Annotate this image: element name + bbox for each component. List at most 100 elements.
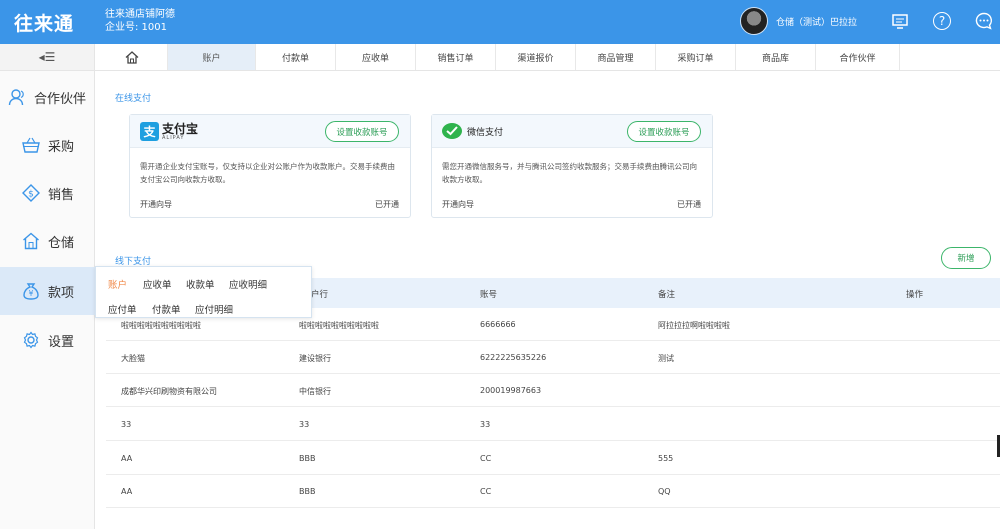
tab-receivable[interactable]: 应收单 [336,44,416,70]
cell-bank: BBB [299,487,316,496]
cell-account-name: 啦啦啦啦啦啦啦啦啦啦 [121,321,201,330]
store-name: 往来通店铺阿德 [105,9,175,20]
column-header-actions: 操作 [906,290,924,300]
sidebar-item-settings[interactable]: 设置 [0,316,95,364]
cell-account-name: 成都华兴印刷物资有限公司 [121,387,217,396]
app-logo[interactable]: 往来通 [14,9,74,36]
payments-submenu: 账户 应收单 收款单 应收明细 应付单 付款单 应付明细 [95,266,312,318]
store-info: 往来通店铺阿德 企业号: 1001 [105,8,175,34]
alipay-status: 已开通 [375,200,399,209]
cell-account-number: CC [480,454,492,463]
sidebar-item-warehouse[interactable]: 仓储 [0,217,95,265]
alipay-card: 支 支付宝 ALIPAY 设置收款账号 需开通企业支付宝账号，仅支持以企业对公账… [129,114,411,218]
cell-bank: 建设银行 [299,354,331,363]
sidebar-item-sales[interactable]: $ 销售 [0,169,95,217]
cell-remark: 555 [658,454,674,463]
alipay-setup-account-button[interactable]: 设置收款账号 [325,121,399,142]
wechat-pay-guide-link[interactable]: 开通向导 [442,199,474,210]
alipay-description: 需开通企业支付宝账号，仅支持以企业对公账户作为收款账户。交易手续费由支付宝公司向… [140,162,395,184]
cell-account-name: AA [121,454,133,463]
sidebar: 合作伙伴 采购 $ 销售 仓储 ¥ 款项 设置 [0,71,95,529]
wechat-pay-icon [442,123,462,139]
table-row[interactable]: 33 33 33 [106,408,1000,441]
money-bag-icon: ¥ [22,282,40,300]
submenu-item-payable[interactable]: 应付单 [108,302,137,316]
basket-icon [22,136,40,154]
table-row[interactable]: AA BBB CC 555 [106,442,1000,475]
tab-sales-order[interactable]: 销售订单 [416,44,496,70]
tab-partners[interactable]: 合作伙伴 [816,44,900,70]
tab-purchase-order[interactable]: 采购订单 [656,44,736,70]
sidebar-item-label: 销售 [48,187,75,203]
table-row[interactable]: 成都华兴印刷物资有限公司 中信银行 200019987663 [106,374,1000,407]
cell-remark: QQ [658,487,671,496]
online-pay-title: 在线支付 [115,94,152,104]
svg-text:$: $ [28,190,34,200]
alipay-icon: 支 [140,122,159,141]
cell-account-number: 33 [480,420,491,429]
sidebar-item-label: 款项 [48,285,75,301]
table-row[interactable]: AA BBB CC QQ [106,475,1000,508]
tab-product-management[interactable]: 商品管理 [576,44,656,70]
sidebar-item-label: 设置 [48,334,75,350]
submenu-item-receivable[interactable]: 应收单 [143,277,172,291]
home-icon[interactable] [96,44,168,70]
tab-bar: ◂☰ 账户 付款单 应收单 销售订单 渠道报价 商品管理 采购订单 商品库 合作… [0,44,1000,71]
cell-account-name: 33 [121,420,132,429]
column-header-account-number: 账号 [480,290,498,300]
user-menu[interactable]: 仓储（测试）巴拉拉 [740,7,857,35]
avatar[interactable] [740,7,768,35]
cell-account-number: 200019987663 [480,386,542,395]
sidebar-item-payments[interactable]: ¥ 款项 [0,267,95,315]
user-name[interactable]: 仓储（测试）巴拉拉 [776,15,857,28]
sales-tag-icon: $ [22,184,40,202]
submenu-item-payable-detail[interactable]: 应付明细 [195,302,233,316]
table-row[interactable]: 大脸猫 建设银行 6222225635226 测试 [106,341,1000,374]
cell-account-number: 6666666 [480,320,516,329]
submenu-item-receipt[interactable]: 收款单 [186,277,215,291]
svg-text:¥: ¥ [29,289,34,298]
tab-product-library[interactable]: 商品库 [736,44,816,70]
cell-bank: BBB [299,454,316,463]
wechat-pay-logo: 微信支付 [442,123,503,139]
top-bar: 往来通 往来通店铺阿德 企业号: 1001 仓储（测试）巴拉拉 ? [0,0,1000,44]
wechat-pay-description: 需您开通微信服务号，并与腾讯公司签约收款服务；交易手续费由腾讯公司向收款方收取。 [442,162,697,184]
partner-icon [8,88,26,106]
alipay-brand: 支付宝 [162,121,199,136]
sidebar-item-label: 仓储 [48,235,75,251]
submenu-item-payment[interactable]: 付款单 [152,302,181,316]
cell-account-number: CC [480,487,492,496]
sidebar-item-label: 采购 [48,139,75,155]
wechat-pay-card: 微信支付 设置收款账号 需您开通微信服务号，并与腾讯公司签约收款服务；交易手续费… [431,114,713,218]
wechat-setup-account-button[interactable]: 设置收款账号 [627,121,701,142]
wechat-pay-brand: 微信支付 [467,127,504,138]
tab-account[interactable]: 账户 [168,44,256,70]
monitor-icon[interactable] [891,12,909,30]
menu-toggle-button[interactable]: ◂☰ [0,44,95,70]
cell-bank: 33 [299,420,310,429]
cell-bank: 啦啦啦啦啦啦啦啦啦啦 [299,321,379,330]
cell-remark: 阿拉拉拉啊啦啦啦啦 [658,321,730,330]
add-account-button[interactable]: 新增 [941,247,991,269]
alipay-logo: 支 支付宝 ALIPAY [140,122,198,141]
sidebar-item-purchase[interactable]: 采购 [0,121,95,169]
tab-payment-slip[interactable]: 付款单 [256,44,336,70]
submenu-item-receivable-detail[interactable]: 应收明细 [229,277,267,291]
column-header-remark: 备注 [658,290,676,300]
chat-icon[interactable] [975,12,993,30]
wechat-pay-status: 已开通 [677,200,701,209]
warehouse-icon [22,232,40,250]
gear-icon [22,331,40,349]
cell-account-name: AA [121,487,133,496]
submenu-item-account[interactable]: 账户 [108,277,127,291]
alipay-guide-link[interactable]: 开通向导 [140,199,172,210]
cell-remark: 测试 [658,354,674,363]
cell-account-number: 6222225635226 [480,353,547,362]
tab-channel-quote[interactable]: 渠道报价 [496,44,576,70]
help-icon[interactable]: ? [933,12,951,30]
cell-bank: 中信银行 [299,387,331,396]
sidebar-item-partners[interactable]: 合作伙伴 [0,73,95,121]
company-id: 企业号: 1001 [105,22,167,33]
column-header-bank: 户行 [311,290,329,300]
cell-account-name: 大脸猫 [121,354,145,363]
